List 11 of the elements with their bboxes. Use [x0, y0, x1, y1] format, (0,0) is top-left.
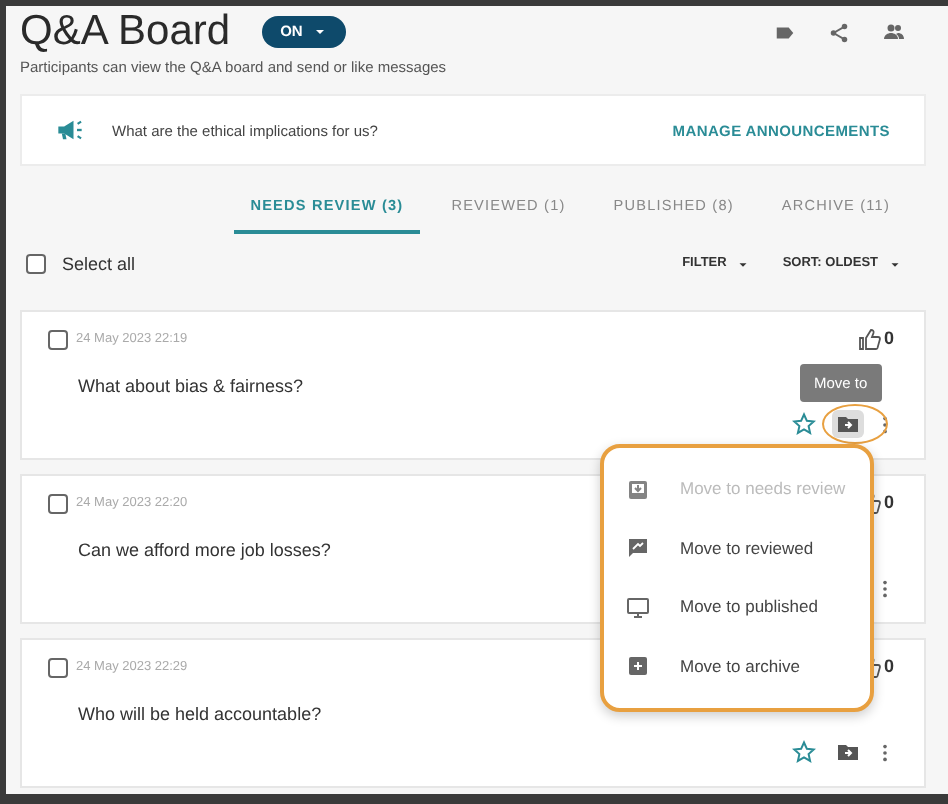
menu-item[interactable]: Move to reviewed: [604, 535, 870, 562]
page-title: Q&A Board: [20, 8, 231, 56]
select-all-label[interactable]: Select all: [62, 251, 136, 278]
question-text: What about bias & fairness?: [78, 373, 304, 400]
menu-item[interactable]: Move to published: [604, 594, 870, 621]
question-text: Can we afford more job losses?: [78, 537, 331, 564]
question-text: Who will be held accountable?: [78, 701, 322, 728]
like-count: 0: [883, 490, 894, 517]
like-count: 0: [883, 654, 894, 681]
like-count: 0: [883, 326, 894, 353]
menu-item[interactable]: Move to archive: [604, 653, 870, 680]
